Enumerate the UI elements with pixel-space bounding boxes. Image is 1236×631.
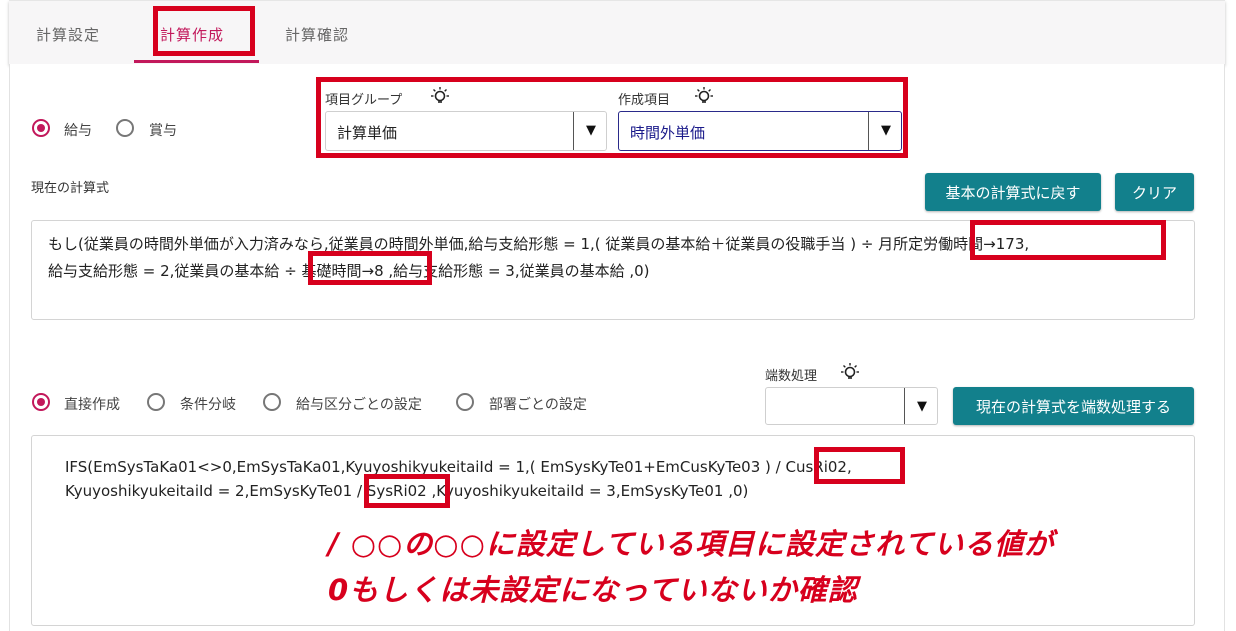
reset-formula-button[interactable]: 基本の計算式に戻す xyxy=(925,173,1101,211)
raw-formula-line-1: IFS(EmSysTaKa01<>0,EmSysTaKa01,Kyuyoshik… xyxy=(65,458,852,476)
dropdown-arrow-icon: ▼ xyxy=(917,399,927,414)
rounding-select[interactable]: ▼ xyxy=(765,387,938,425)
apply-rounding-button[interactable]: 現在の計算式を端数処理する xyxy=(953,387,1194,425)
radio-conditional-label: 条件分岐 xyxy=(180,397,236,413)
current-formula-label: 現在の計算式 xyxy=(31,181,110,196)
highlight-box-monthly-hours xyxy=(970,220,1166,260)
radio-bonus[interactable] xyxy=(116,119,134,137)
radio-salary-label: 給与 xyxy=(64,123,92,139)
annotation-line-1: / ○○の○○に設定している項目に設定されている値が xyxy=(328,527,1055,561)
tab-bar: 計算設定 計算作成 計算確認 xyxy=(9,0,1225,64)
radio-bonus-label: 賞与 xyxy=(149,123,177,139)
rounding-label: 端数処理 xyxy=(765,369,818,384)
highlight-box-tab xyxy=(153,6,255,56)
annotation-line-2: 0もしくは未設定になっていないか確認 xyxy=(328,573,858,607)
clear-button[interactable]: クリア xyxy=(1115,173,1194,211)
active-tab-indicator xyxy=(134,60,259,63)
main-panel: 給与 賞与 項目グループ 計算単価 ▼ 作成項目 時間外単価 ▼ 現在の計算式 … xyxy=(9,64,1225,631)
tab-calc-settings[interactable]: 計算設定 xyxy=(36,24,100,45)
lightbulb-icon[interactable] xyxy=(839,362,861,384)
highlight-box-base-hours xyxy=(308,251,432,285)
radio-direct-create[interactable] xyxy=(32,393,50,411)
radio-conditional[interactable] xyxy=(147,393,165,411)
radio-per-department[interactable] xyxy=(456,393,474,411)
radio-direct-create-label: 直接作成 xyxy=(64,397,120,413)
highlight-box-sysri02 xyxy=(364,474,450,508)
radio-salary[interactable] xyxy=(32,119,50,137)
tab-calc-confirm[interactable]: 計算確認 xyxy=(285,24,349,45)
radio-per-pay-category-label: 給与区分ごとの設定 xyxy=(296,397,422,413)
highlight-box-selects xyxy=(316,77,908,158)
radio-per-department-label: 部署ごとの設定 xyxy=(489,397,587,413)
radio-per-pay-category[interactable] xyxy=(263,393,281,411)
current-formula-line-1: もし(従業員の時間外単価が入力済みなら,従業員の時間外単価,給与支給形態 = 1… xyxy=(48,235,1030,253)
highlight-box-cusri02 xyxy=(814,447,905,484)
